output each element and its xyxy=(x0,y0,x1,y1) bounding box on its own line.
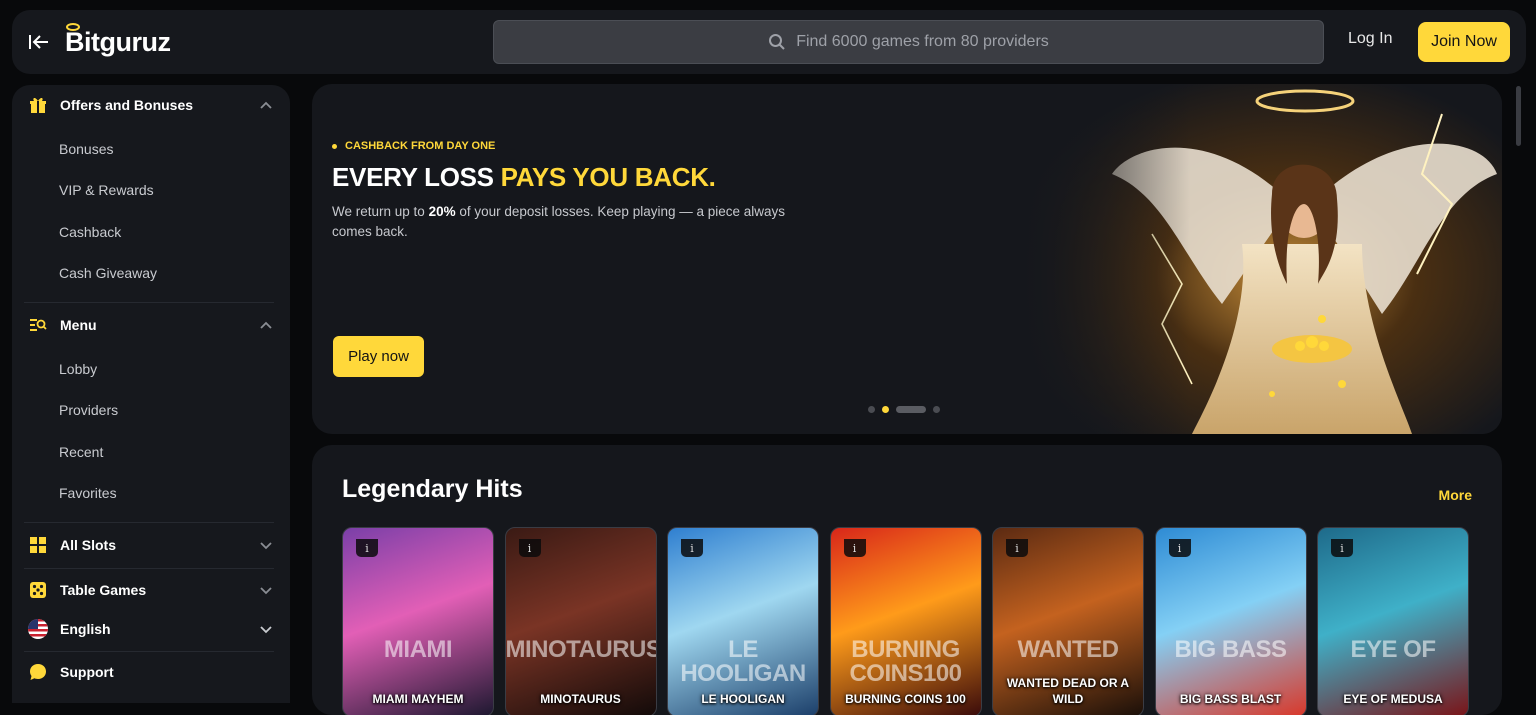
divider xyxy=(24,522,274,523)
join-now-button[interactable]: Join Now xyxy=(1418,22,1510,62)
game-logo-art: EYE OF xyxy=(1350,636,1436,663)
info-icon[interactable]: i xyxy=(518,539,541,557)
game-card[interactable]: MIAMI i MIAMI MAYHEM xyxy=(342,527,494,715)
gift-icon xyxy=(28,95,48,115)
section-title: Legendary Hits xyxy=(342,475,523,503)
sidebar-item-lobby[interactable]: Lobby xyxy=(59,361,97,377)
legendary-hits-section: Legendary Hits More MIAMI i MIAMI MAYHEM MI… xyxy=(312,445,1502,715)
info-icon[interactable]: i xyxy=(1331,539,1353,557)
sidebar-item-cashback[interactable]: Cashback xyxy=(59,224,121,240)
game-logo-art: BIG BASS xyxy=(1174,636,1287,663)
info-icon[interactable]: i xyxy=(1006,539,1028,557)
game-card[interactable]: EYE OF i EYE OF MEDUSA xyxy=(1317,527,1469,715)
game-title: MIAMI MAYHEM xyxy=(372,692,464,706)
sidebar-item-bonuses[interactable]: Bonuses xyxy=(59,141,113,157)
sidebar: Offers and Bonuses Bonuses VIP & Rewards… xyxy=(12,85,290,703)
hero-banner: CASHBACK FROM DAY ONE EVERY LOSS PAYS YO… xyxy=(312,84,1502,434)
game-card[interactable]: BURNING COINS100 i BURNING COINS 100 xyxy=(829,527,982,715)
chevron-up-icon xyxy=(260,321,272,329)
banner-kicker: CASHBACK FROM DAY ONE xyxy=(332,140,495,152)
collapse-sidebar-icon[interactable] xyxy=(26,29,52,55)
carousel-dot[interactable] xyxy=(896,406,926,413)
game-logo-art: BURNING COINS100 xyxy=(849,636,962,687)
game-title: MINOTAURUS xyxy=(540,692,621,706)
sidebar-section-menu[interactable]: Menu xyxy=(12,305,290,345)
game-card[interactable]: MINOTAURUS i MINOTAURUS xyxy=(504,527,657,715)
search-input[interactable]: Find 6000 games from 80 providers xyxy=(493,20,1324,64)
language-selector[interactable]: English xyxy=(12,609,290,649)
sidebar-item-cash-giveaway[interactable]: Cash Giveaway xyxy=(59,265,157,281)
divider xyxy=(24,302,274,303)
game-logo-art: LE HOOLIGAN xyxy=(680,636,806,687)
grid-icon xyxy=(28,535,48,555)
chevron-up-icon xyxy=(260,101,272,109)
game-card[interactable]: WANTED i WANTED DEAD OR A WILD xyxy=(992,527,1144,715)
game-title: BIG BASS BLAST xyxy=(1179,692,1282,706)
game-logo-art: WANTED xyxy=(1017,636,1120,663)
play-now-button[interactable]: Play now xyxy=(333,336,424,377)
chevron-down-icon xyxy=(260,587,272,595)
scrollbar[interactable] xyxy=(1516,86,1521,146)
game-title: EYE OF MEDUSA xyxy=(1343,692,1443,706)
top-header: Bitguruz Find 6000 games from 80 provide… xyxy=(12,10,1526,74)
support-label: Support xyxy=(60,664,114,680)
info-icon[interactable]: i xyxy=(1168,539,1191,557)
banner-description: We return up to 20% of your deposit loss… xyxy=(332,204,786,239)
info-icon[interactable]: i xyxy=(843,539,866,557)
sidebar-section-offers[interactable]: Offers and Bonuses xyxy=(12,85,290,125)
game-logo-art: MIAMI xyxy=(383,636,453,663)
sidebar-item-vip-rewards[interactable]: VIP & Rewards xyxy=(59,182,154,198)
us-flag-icon xyxy=(28,619,48,639)
sidebar-section-label: All Slots xyxy=(60,537,117,553)
sidebar-item-recent[interactable]: Recent xyxy=(59,444,103,460)
more-link[interactable]: More xyxy=(1439,487,1472,503)
halo-icon xyxy=(66,23,80,31)
support-link[interactable]: Support xyxy=(12,652,290,692)
chevron-down-icon xyxy=(260,542,272,550)
sidebar-section-table-games[interactable]: Table Games xyxy=(12,570,290,610)
divider xyxy=(24,568,274,569)
game-card[interactable]: LE HOOLIGAN i LE HOOLIGAN xyxy=(667,527,819,715)
game-logo-art: MINOTAURUS xyxy=(505,636,657,663)
site-logo[interactable]: Bitguruz xyxy=(65,22,171,62)
sidebar-item-favorites[interactable]: Favorites xyxy=(59,485,117,501)
banner-headline: EVERY LOSS PAYS YOU BACK. xyxy=(332,162,716,192)
info-icon[interactable]: i xyxy=(356,539,378,557)
sidebar-section-label: Table Games xyxy=(60,582,147,598)
chevron-down-icon xyxy=(260,626,272,634)
sidebar-section-label: Menu xyxy=(60,317,97,333)
info-icon[interactable]: i xyxy=(681,539,703,557)
angel-banner-image xyxy=(1022,84,1502,434)
game-title: LE HOOLIGAN xyxy=(701,692,785,706)
carousel-dots xyxy=(868,406,940,413)
search-icon xyxy=(769,34,785,50)
game-title: BURNING COINS 100 xyxy=(845,692,966,706)
menu-search-icon xyxy=(28,315,48,335)
login-button[interactable]: Log In xyxy=(1348,30,1392,48)
chat-bubble-icon xyxy=(28,662,48,682)
sidebar-section-all-slots[interactable]: All Slots xyxy=(12,525,290,565)
game-card[interactable]: BIG BASS i BIG BASS BLAST xyxy=(1154,527,1307,715)
sidebar-section-label: Offers and Bonuses xyxy=(60,97,194,113)
carousel-dot-active[interactable] xyxy=(882,406,889,413)
carousel-dot[interactable] xyxy=(868,406,875,413)
game-title: WANTED DEAD OR A WILD xyxy=(1006,676,1130,706)
carousel-dot[interactable] xyxy=(933,406,940,413)
search-placeholder: Find 6000 games from 80 providers xyxy=(796,33,1049,50)
dice-icon xyxy=(28,580,48,600)
language-label: English xyxy=(60,621,111,637)
sidebar-item-providers[interactable]: Providers xyxy=(59,402,118,418)
